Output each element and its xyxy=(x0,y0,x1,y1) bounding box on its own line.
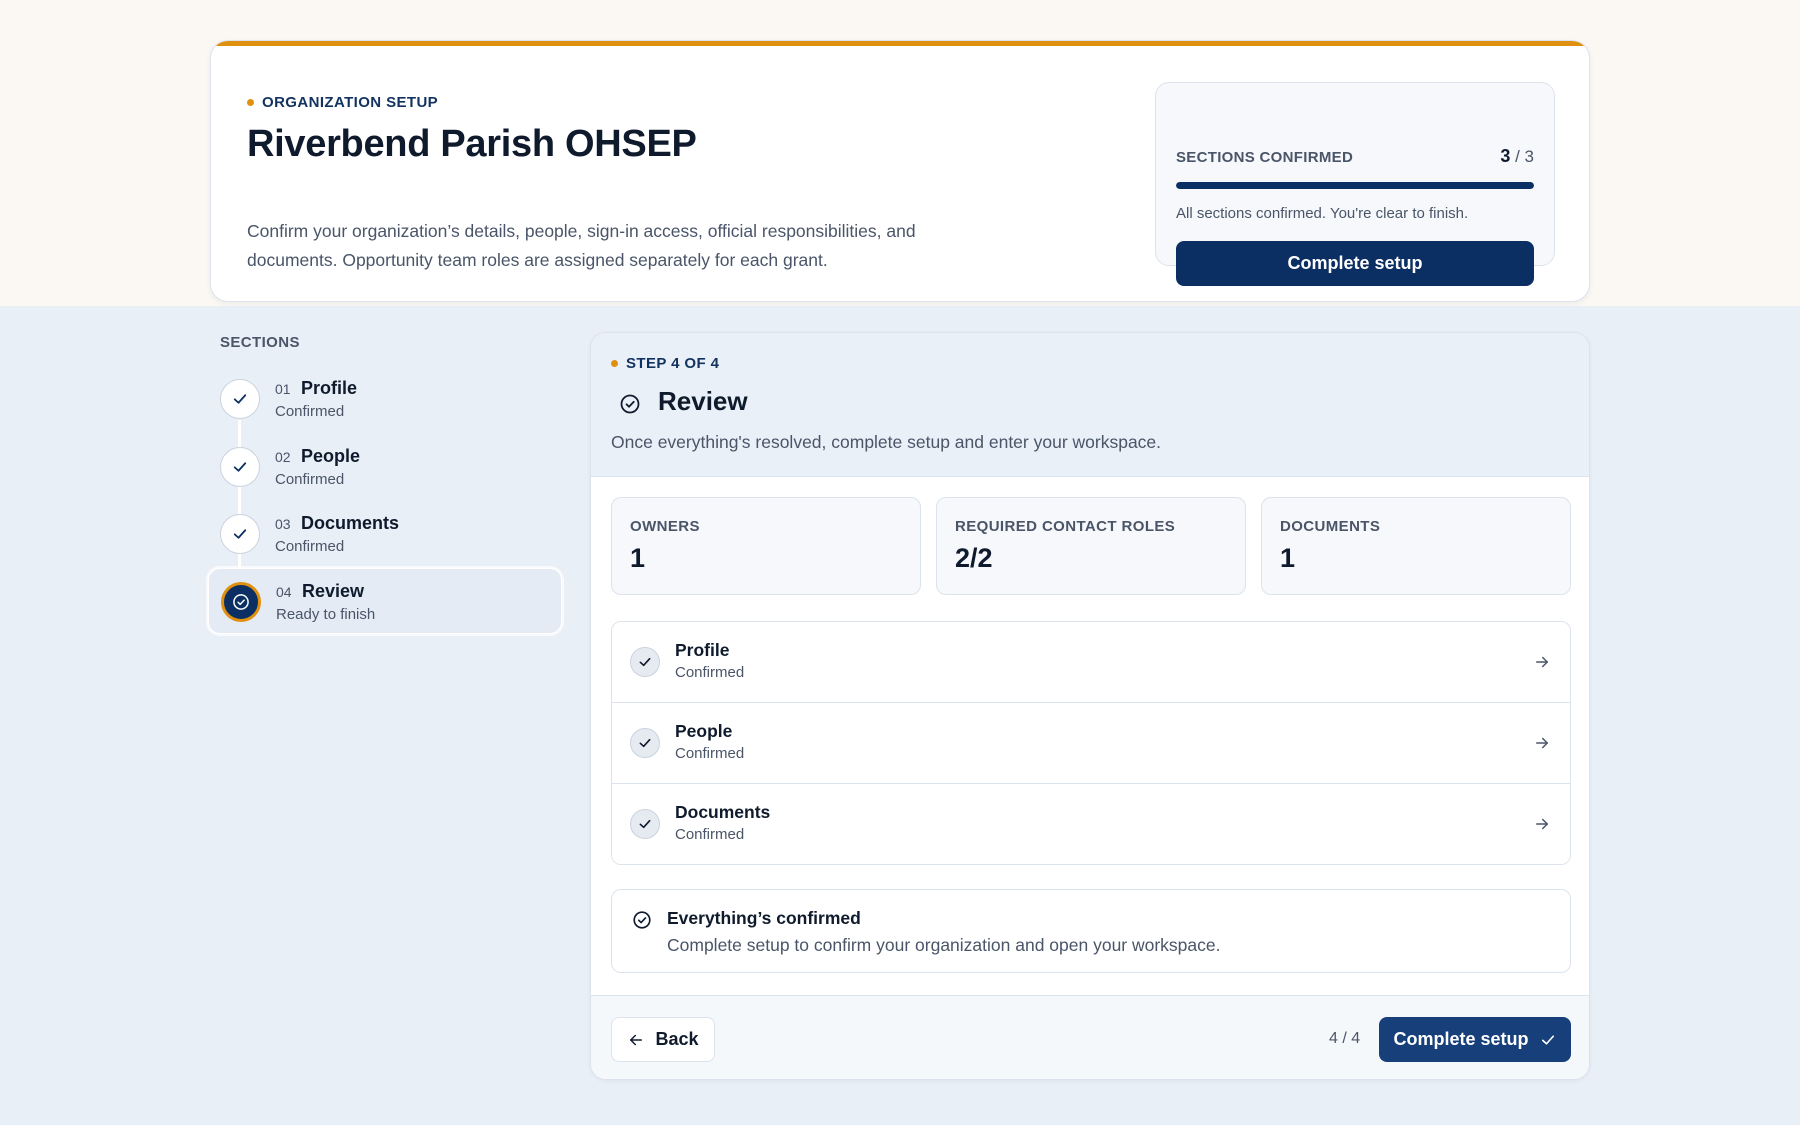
check-icon xyxy=(220,514,260,554)
check-icon xyxy=(630,728,660,758)
row-name: People xyxy=(675,721,733,741)
stat-value: 1 xyxy=(1280,543,1296,573)
header-eyebrow-label: ORGANIZATION SETUP xyxy=(262,94,439,111)
check-icon xyxy=(220,379,260,419)
review-footer: Back 4 / 4 Complete setup xyxy=(591,995,1589,1079)
step-eyebrow: STEP 4 OF 4 xyxy=(611,355,719,372)
sidebar-item-profile[interactable]: 01 Profile Confirmed xyxy=(208,366,562,432)
step-status: Confirmed xyxy=(275,471,345,488)
accent-bar xyxy=(211,41,1589,46)
stat-label: OWNERS xyxy=(630,518,700,535)
check-circle-icon xyxy=(615,389,645,419)
summary-row-documents[interactable]: Documents Confirmed xyxy=(612,784,1570,864)
section-summary-list: Profile Confirmed People Confirmed Docum… xyxy=(611,621,1571,865)
step-number: 02 xyxy=(275,449,291,465)
check-circle-icon xyxy=(221,582,261,622)
complete-setup-label: Complete setup xyxy=(1393,1029,1529,1049)
step-name: Documents xyxy=(301,513,400,533)
step-name: Review xyxy=(302,581,365,601)
check-circle-icon xyxy=(630,908,654,932)
complete-setup-footer-button[interactable]: Complete setup xyxy=(1379,1017,1571,1062)
stat-contact-roles: REQUIRED CONTACT ROLES 2/2 xyxy=(936,497,1246,595)
progress-bar xyxy=(1176,182,1534,189)
arrow-right-icon[interactable] xyxy=(1530,650,1554,674)
row-name: Profile xyxy=(675,640,730,660)
sections-heading: SECTIONS xyxy=(220,334,300,351)
stat-label: DOCUMENTS xyxy=(1280,518,1381,535)
review-title: Review xyxy=(658,386,748,416)
row-name: Documents xyxy=(675,802,771,822)
progress-total: / 3 xyxy=(1515,147,1534,166)
summary-row-profile[interactable]: Profile Confirmed xyxy=(612,622,1570,703)
page-title: Riverbend Parish OHSEP xyxy=(247,123,697,165)
stat-documents: DOCUMENTS 1 xyxy=(1261,497,1571,595)
progress-bar-fill xyxy=(1176,182,1534,189)
stat-value: 2/2 xyxy=(955,543,993,573)
sidebar-item-documents[interactable]: 03 Documents Confirmed xyxy=(208,501,562,567)
step-status: Ready to finish xyxy=(276,606,376,623)
check-icon xyxy=(630,809,660,839)
progress-count: 3 / 3 xyxy=(1500,146,1534,167)
check-icon xyxy=(220,447,260,487)
confirmation-notice: Everything’s confirmed Complete setup to… xyxy=(611,889,1571,973)
check-icon xyxy=(1541,1034,1554,1045)
arrow-right-icon[interactable] xyxy=(1530,731,1554,755)
summary-row-people[interactable]: People Confirmed xyxy=(612,703,1570,784)
step-pager: 4 / 4 xyxy=(1329,1030,1361,1047)
notice-text: Complete setup to confirm your organizat… xyxy=(667,935,1221,955)
stat-value: 1 xyxy=(630,543,646,573)
notice-title: Everything’s confirmed xyxy=(667,908,861,928)
back-button-label: Back xyxy=(655,1029,699,1049)
stat-owners: OWNERS 1 xyxy=(611,497,921,595)
arrow-left-icon xyxy=(630,1034,643,1045)
row-status: Confirmed xyxy=(675,745,745,762)
check-icon xyxy=(630,647,660,677)
sections-progress-panel: SECTIONS CONFIRMED 3 / 3 All sections co… xyxy=(1155,82,1555,286)
stat-label: REQUIRED CONTACT ROLES xyxy=(955,518,1176,535)
progress-label: SECTIONS CONFIRMED xyxy=(1176,149,1354,166)
step-number: 03 xyxy=(275,516,291,532)
page-description: Confirm your organization’s details, peo… xyxy=(247,221,916,270)
row-status: Confirmed xyxy=(675,826,745,843)
dot-icon xyxy=(611,360,618,367)
back-button[interactable]: Back xyxy=(611,1017,715,1062)
step-number: 01 xyxy=(275,381,291,397)
sidebar-item-review[interactable]: 04 Review Ready to finish xyxy=(208,568,562,634)
complete-setup-button[interactable]: Complete setup xyxy=(1176,241,1534,286)
step-number: 04 xyxy=(276,584,292,600)
arrow-right-icon[interactable] xyxy=(1530,812,1554,836)
step-name: People xyxy=(301,446,361,466)
step-status: Confirmed xyxy=(275,403,345,420)
review-card: STEP 4 OF 4 Review Once everything's res… xyxy=(590,332,1590,1080)
header-eyebrow: ORGANIZATION SETUP xyxy=(247,94,438,111)
progress-note: All sections confirmed. You're clear to … xyxy=(1176,205,1469,222)
sidebar-item-people[interactable]: 02 People Confirmed xyxy=(208,434,562,500)
step-eyebrow-label: STEP 4 OF 4 xyxy=(626,355,720,372)
review-header: STEP 4 OF 4 Review Once everything's res… xyxy=(591,333,1589,477)
dot-icon xyxy=(247,99,254,106)
review-description: Once everything's resolved, complete set… xyxy=(611,432,1162,452)
organization-header-card: ORGANIZATION SETUP Riverbend Parish OHSE… xyxy=(210,40,1590,302)
progress-confirmed: 3 xyxy=(1500,146,1511,166)
step-name: Profile xyxy=(301,378,358,398)
step-status: Confirmed xyxy=(275,538,345,555)
row-status: Confirmed xyxy=(675,664,745,681)
